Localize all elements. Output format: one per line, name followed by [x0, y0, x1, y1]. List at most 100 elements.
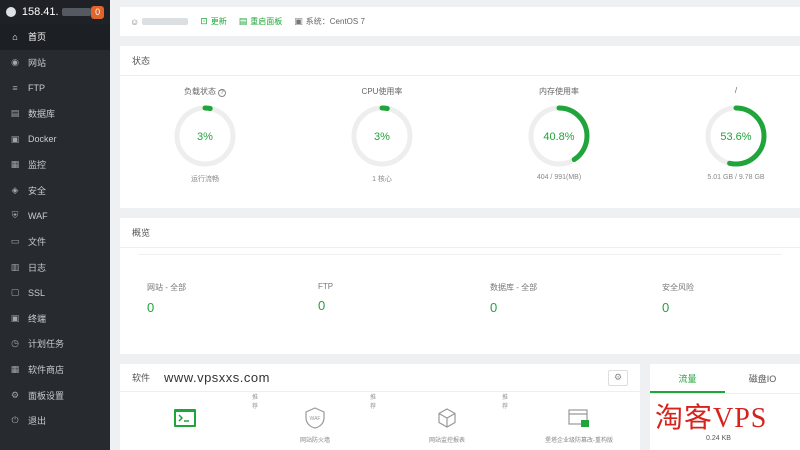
sidebar-item-label: FTP: [28, 82, 45, 93]
software-panel: 软件 www.vpsxxs.com ⚙ 推荐 推荐 WAF 网站防火墙 推荐 网站监控报表…: [120, 364, 640, 450]
gauge-ring: 3%: [351, 105, 413, 167]
sidebar-item-14[interactable]: ⚙ 面板设置: [0, 382, 110, 408]
software-app-2[interactable]: 推荐 网站监控报表: [392, 395, 508, 444]
gauge-3[interactable]: / 53.6% 5.01 GB / 9.78 GB: [671, 86, 800, 181]
update-label: 更新: [210, 17, 227, 26]
sidebar-item-4[interactable]: ▣ Docker: [0, 126, 110, 152]
gauge-sub: 404 / 991(MB): [536, 174, 582, 181]
gauge-label: /: [734, 86, 738, 95]
sidebar-item-0[interactable]: ⌂ 首页: [0, 24, 110, 50]
gauge-1[interactable]: CPU使用率 3% 1 核心: [317, 86, 447, 184]
tab-0[interactable]: 流量: [650, 364, 725, 393]
gauge-ring: 3%: [174, 105, 236, 167]
notification-badge[interactable]: 0: [91, 5, 105, 19]
overview-item-2[interactable]: 数据库 - 全部 0: [490, 282, 537, 315]
sidebar-item-label: 文件: [28, 237, 47, 248]
overview-value[interactable]: 0: [318, 298, 333, 313]
sidebar-item-7[interactable]: ⛨ WAF: [0, 203, 110, 229]
software-title: 软件: [132, 373, 151, 383]
home-icon: ⌂: [12, 31, 18, 42]
brand-watermark: 淘客VPS: [655, 403, 768, 434]
clock-icon: ◷: [11, 338, 19, 349]
overview-label: 网站 - 全部: [147, 283, 187, 292]
sidebar-item-1[interactable]: ◉ 网站: [0, 50, 110, 76]
gauge-value: 40.8%: [543, 131, 574, 143]
monitor-icon: ▦: [10, 159, 20, 170]
restart-label: 重启面板: [250, 17, 283, 26]
status-panel: 状态 负载状态? 3% 运行流畅 CPU使用率 3% 1 核心 内存使用率 40.8% 404 …: [120, 46, 800, 208]
gauge-value: 3%: [374, 131, 390, 143]
logout-icon: ⏻: [11, 415, 19, 426]
top-bar: ☺ ⊡ 更新 ▤ 重启面板 ▣ 系统：CentOS 7: [120, 7, 800, 36]
gauge-0[interactable]: 负载状态? 3% 运行流畅: [140, 86, 270, 184]
sidebar-item-label: 安全: [28, 185, 47, 196]
update-icon: ⊡: [200, 16, 208, 26]
restart-panel-link[interactable]: ▤ 重启面板: [239, 16, 283, 27]
update-link[interactable]: ⊡ 更新: [200, 16, 227, 27]
app-name: 堡塔企业级防篡改-重构版: [545, 438, 613, 444]
sidebar-item-3[interactable]: ▤ 数据库: [0, 101, 110, 127]
status-title: 状态: [120, 46, 800, 76]
overview-value[interactable]: 0: [147, 300, 186, 315]
svg-text:WAF: WAF: [310, 416, 321, 422]
ftp-icon: ≡: [12, 82, 18, 93]
gauge-2[interactable]: 内存使用率 40.8% 404 / 991(MB): [494, 86, 624, 181]
server-ip: 158.41.: [21, 6, 59, 18]
folder-icon: ▭: [10, 236, 20, 247]
sidebar-item-8[interactable]: ▭ 文件: [0, 229, 110, 255]
sidebar: 158.41. 0 ⌂ 首页 ◉ 网站 ≡ FTP ▤ 数据库 ▣ Docker ▦ 监控 ◈ 安全 ⛨ WA…: [0, 0, 110, 450]
gear-icon: ⚙: [613, 372, 623, 382]
sidebar-item-10[interactable]: ▢ SSL: [0, 280, 110, 306]
user-info[interactable]: ☺: [130, 17, 189, 27]
sidebar-item-label: 计划任务: [28, 339, 65, 350]
software-app-1[interactable]: 推荐 WAF 网站防火墙: [260, 395, 376, 444]
sidebar-item-label: 面板设置: [28, 390, 65, 401]
gauge-sub: 运行流畅: [191, 176, 219, 183]
recommend-tag: 推荐: [502, 395, 509, 410]
overview-item-3[interactable]: 安全风险 0: [662, 282, 694, 315]
sidebar-item-11[interactable]: ▣ 终端: [0, 306, 110, 332]
gauge-label: 内存使用率: [539, 87, 579, 96]
system-label: 系统：CentOS 7: [305, 17, 365, 26]
sidebar-item-6[interactable]: ◈ 安全: [0, 178, 110, 204]
tab-1[interactable]: 磁盘IO: [725, 364, 800, 393]
ip-redaction: [61, 8, 92, 16]
overview-value[interactable]: 0: [490, 300, 537, 315]
recommend-tag: 推荐: [370, 395, 377, 410]
ssl-icon: ▢: [10, 287, 20, 298]
sidebar-item-label: 软件商店: [28, 365, 65, 376]
sidebar-item-label: SSL: [28, 287, 46, 298]
overview-item-0[interactable]: 网站 - 全部 0: [147, 282, 186, 315]
restart-icon: ▤: [238, 16, 248, 26]
sidebar-item-12[interactable]: ◷ 计划任务: [0, 331, 110, 357]
tamper-app-icon: [567, 406, 591, 430]
docker-icon: ▣: [10, 133, 20, 144]
sidebar-item-label: WAF: [28, 210, 48, 221]
sidebar-item-15[interactable]: ⏻ 退出: [0, 408, 110, 434]
software-app-3[interactable]: 堡塔企业级防篡改-重构版: [524, 406, 634, 444]
system-icon: ▣: [294, 16, 303, 26]
help-icon[interactable]: ?: [218, 89, 226, 97]
sidebar-item-5[interactable]: ▦ 监控: [0, 152, 110, 178]
gauge-value: 3%: [197, 131, 213, 143]
system-info: ▣ 系统：CentOS 7: [294, 16, 365, 27]
server-header: 158.41. 0: [0, 0, 110, 24]
overview-item-1[interactable]: FTP 0: [318, 282, 333, 313]
gauge-sub: 1 核心: [372, 176, 392, 183]
software-settings-button[interactable]: ⚙: [608, 369, 628, 386]
overview-divider: [138, 254, 782, 255]
overview-value[interactable]: 0: [662, 300, 694, 315]
sidebar-item-2[interactable]: ≡ FTP: [0, 75, 110, 101]
sidebar-item-label: 监控: [28, 160, 47, 171]
overview-label: 安全风险: [662, 283, 694, 292]
overview-panel: 概览 网站 - 全部 0 FTP 0 数据库 - 全部 0 安全风险 0: [120, 218, 800, 354]
sidebar-item-13[interactable]: ▦ 软件商店: [0, 357, 110, 383]
traffic-value: 0.24 KB: [706, 435, 731, 442]
shield-icon: ◈: [11, 184, 19, 195]
gauge-sub: 5.01 GB / 9.78 GB: [707, 174, 765, 181]
store-icon: ▦: [10, 364, 20, 375]
sidebar-item-9[interactable]: ▥ 日志: [0, 254, 110, 280]
sidebar-item-label: Docker: [28, 134, 57, 145]
gauge-label: CPU使用率: [361, 87, 403, 96]
software-app-0[interactable]: 推荐: [130, 395, 258, 435]
